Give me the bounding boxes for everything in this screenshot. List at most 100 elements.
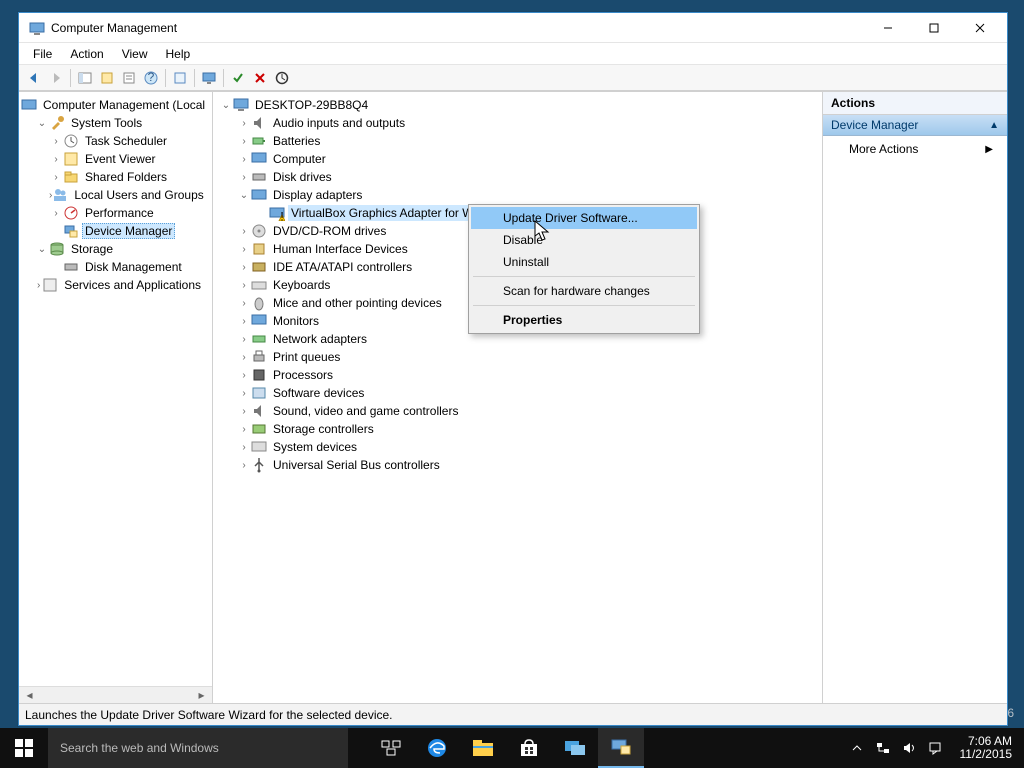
device-label: Mice and other pointing devices: [270, 295, 445, 311]
context-disable[interactable]: Disable: [471, 229, 697, 251]
context-menu[interactable]: Update Driver Software... Disable Uninst…: [468, 204, 700, 334]
menu-view[interactable]: View: [114, 45, 156, 63]
tray-chevron-up-icon[interactable]: [848, 743, 866, 753]
export-list-button[interactable]: [118, 67, 140, 89]
chevron-right-icon[interactable]: ›: [237, 154, 251, 165]
menu-help[interactable]: Help: [158, 45, 199, 63]
tree-device-manager[interactable]: Device Manager: [21, 222, 210, 240]
menu-action[interactable]: Action: [62, 45, 111, 63]
device-list-pane[interactable]: ⌄ DESKTOP-29BB8Q4 ›Audio inputs and outp…: [213, 92, 823, 703]
chevron-right-icon[interactable]: ›: [237, 136, 251, 147]
tree-root[interactable]: Computer Management (Local: [21, 96, 210, 114]
back-button[interactable]: [23, 67, 45, 89]
taskbar[interactable]: Search the web and Windows 7:06 AM 11/2/…: [0, 728, 1024, 768]
chevron-right-icon[interactable]: ›: [237, 352, 251, 363]
tray-clock[interactable]: 7:06 AM 11/2/2015: [952, 735, 1021, 761]
scroll-right-button[interactable]: ▸: [193, 687, 210, 702]
chevron-right-icon[interactable]: ›: [49, 172, 63, 183]
device-audio[interactable]: ›Audio inputs and outputs: [215, 114, 820, 132]
context-properties[interactable]: Properties: [471, 309, 697, 331]
chevron-right-icon[interactable]: ›: [35, 280, 42, 291]
properties-button[interactable]: [96, 67, 118, 89]
actions-section[interactable]: Device Manager ▲: [823, 115, 1007, 136]
device-batteries[interactable]: ›Batteries: [215, 132, 820, 150]
close-button[interactable]: [957, 13, 1003, 43]
chevron-right-icon[interactable]: ›: [237, 172, 251, 183]
chevron-down-icon[interactable]: ⌄: [35, 118, 49, 129]
context-scan[interactable]: Scan for hardware changes: [471, 280, 697, 302]
show-hide-tree-button[interactable]: [74, 67, 96, 89]
tree-event-viewer[interactable]: › Event Viewer: [21, 150, 210, 168]
console-tree-pane[interactable]: Computer Management (Local ⌄ System Tool…: [19, 92, 213, 703]
forward-button[interactable]: [45, 67, 67, 89]
chevron-right-icon[interactable]: ›: [237, 388, 251, 399]
chevron-down-icon[interactable]: ⌄: [35, 244, 49, 255]
chevron-right-icon[interactable]: ›: [237, 442, 251, 453]
view-mode-button[interactable]: [169, 67, 191, 89]
titlebar[interactable]: Computer Management: [19, 13, 1007, 43]
tree-shared-folders[interactable]: › Shared Folders: [21, 168, 210, 186]
chevron-right-icon[interactable]: ›: [49, 136, 63, 147]
chevron-right-icon[interactable]: ›: [237, 118, 251, 129]
device-root[interactable]: ⌄ DESKTOP-29BB8Q4: [215, 96, 820, 114]
device-processors[interactable]: ›Processors: [215, 366, 820, 384]
chevron-down-icon[interactable]: ⌄: [237, 190, 251, 201]
device-storage-ctrl[interactable]: ›Storage controllers: [215, 420, 820, 438]
context-update-driver[interactable]: Update Driver Software...: [471, 207, 697, 229]
tree-disk-management[interactable]: Disk Management: [21, 258, 210, 276]
monitor-button[interactable]: [198, 67, 220, 89]
actions-more[interactable]: More Actions ▶: [823, 136, 1007, 162]
chevron-right-icon[interactable]: ›: [237, 316, 251, 327]
tree-services-apps[interactable]: › Services and Applications: [21, 276, 210, 294]
tree-local-users[interactable]: › Local Users and Groups: [21, 186, 210, 204]
taskbar-compmgmt[interactable]: [598, 728, 644, 768]
collapse-icon[interactable]: ▲: [989, 120, 999, 131]
uninstall-device-button[interactable]: [271, 67, 293, 89]
enable-device-button[interactable]: [227, 67, 249, 89]
chevron-down-icon[interactable]: ⌄: [219, 100, 233, 111]
menu-file[interactable]: File: [25, 45, 60, 63]
chevron-right-icon[interactable]: ›: [237, 460, 251, 471]
tray-notifications-icon[interactable]: [926, 741, 944, 755]
taskbar-edge[interactable]: [414, 728, 460, 768]
chevron-right-icon[interactable]: ›: [237, 244, 251, 255]
horizontal-scrollbar[interactable]: ◂ ▸: [19, 686, 212, 703]
chevron-right-icon[interactable]: ›: [237, 298, 251, 309]
device-disk-drives[interactable]: ›Disk drives: [215, 168, 820, 186]
chevron-right-icon[interactable]: ›: [237, 370, 251, 381]
tree-system-tools[interactable]: ⌄ System Tools: [21, 114, 210, 132]
tray-network-icon[interactable]: [874, 741, 892, 755]
device-usb[interactable]: ›Universal Serial Bus controllers: [215, 456, 820, 474]
tree-performance[interactable]: › Performance: [21, 204, 210, 222]
device-software-devices[interactable]: ›Software devices: [215, 384, 820, 402]
tree-task-scheduler[interactable]: › Task Scheduler: [21, 132, 210, 150]
chevron-right-icon[interactable]: ›: [237, 262, 251, 273]
chevron-right-icon[interactable]: ›: [237, 424, 251, 435]
taskbar-explorer[interactable]: [460, 728, 506, 768]
taskbar-store[interactable]: [506, 728, 552, 768]
help-toolbar-button[interactable]: ?: [140, 67, 162, 89]
start-button[interactable]: [0, 728, 48, 768]
chevron-right-icon[interactable]: ›: [237, 280, 251, 291]
device-computer-cat[interactable]: ›Computer: [215, 150, 820, 168]
context-uninstall[interactable]: Uninstall: [471, 251, 697, 273]
device-print-queues[interactable]: ›Print queues: [215, 348, 820, 366]
chevron-right-icon[interactable]: ›: [237, 226, 251, 237]
task-view-button[interactable]: [368, 728, 414, 768]
tray-volume-icon[interactable]: [900, 741, 918, 755]
minimize-button[interactable]: [865, 13, 911, 43]
maximize-button[interactable]: [911, 13, 957, 43]
disable-device-button[interactable]: [249, 67, 271, 89]
tree-storage[interactable]: ⌄ Storage: [21, 240, 210, 258]
system-tray[interactable]: 7:06 AM 11/2/2015: [848, 728, 1024, 768]
chevron-right-icon[interactable]: ›: [237, 406, 251, 417]
chevron-right-icon[interactable]: ›: [237, 334, 251, 345]
chevron-right-icon[interactable]: ›: [49, 154, 63, 165]
device-sound[interactable]: ›Sound, video and game controllers: [215, 402, 820, 420]
device-display-adapters[interactable]: ⌄Display adapters: [215, 186, 820, 204]
taskbar-app-generic[interactable]: [552, 728, 598, 768]
device-system-devices[interactable]: ›System devices: [215, 438, 820, 456]
chevron-right-icon[interactable]: ›: [49, 208, 63, 219]
taskbar-search[interactable]: Search the web and Windows: [48, 728, 348, 768]
scroll-left-button[interactable]: ◂: [21, 687, 38, 702]
